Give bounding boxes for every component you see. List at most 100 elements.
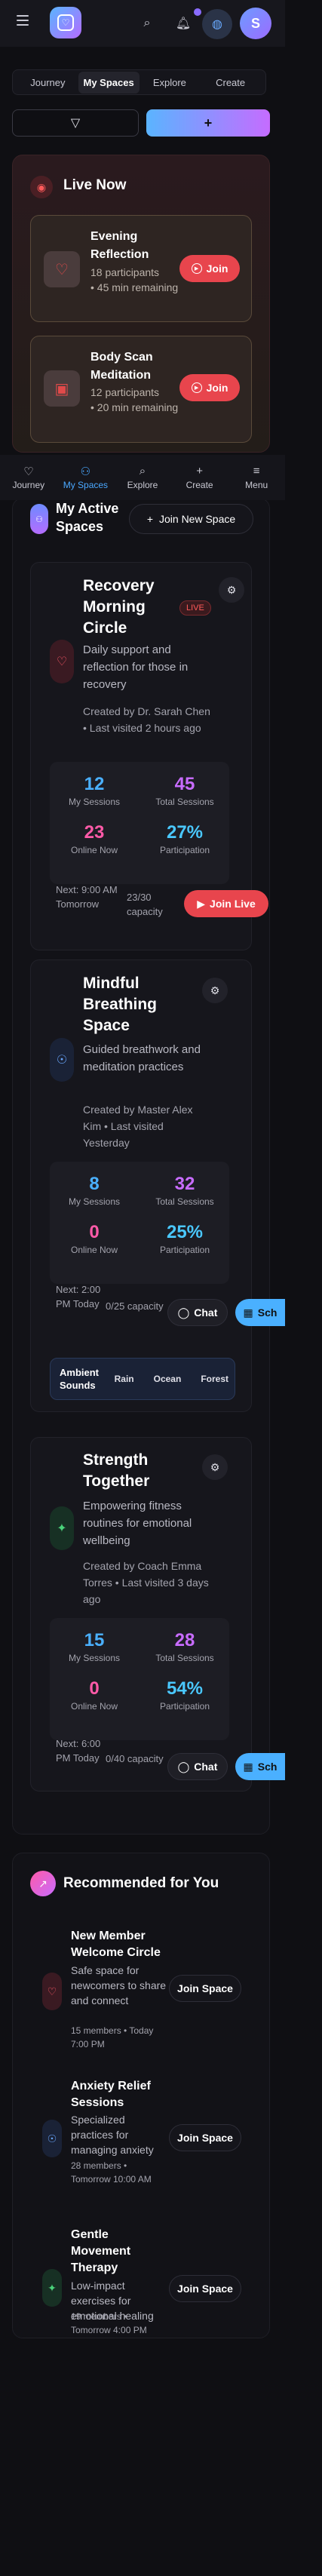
filter-button[interactable]: ▽ (12, 109, 139, 137)
nav-menu[interactable]: ≡ Menu (230, 465, 283, 490)
space-description: Daily support and reflection for those i… (83, 643, 189, 691)
stat-online-now: 23 (84, 822, 105, 843)
join-space-button[interactable]: Join Space (169, 1975, 241, 2002)
menu-icon: ≡ (253, 465, 260, 477)
plus-icon: + (196, 465, 203, 477)
nav-explore[interactable]: ⌕ Explore (116, 465, 169, 490)
menu-icon[interactable] (17, 15, 29, 26)
sound-forest[interactable]: Forest (195, 1374, 235, 1384)
stat-total-sessions: 45 (174, 774, 195, 794)
space-name: Recovery Morning Circle (83, 577, 155, 637)
tabs: Journey My Spaces Explore Create (12, 69, 266, 95)
stats-grid: 12 My Sessions 45 Total Sessions 23 Online … (50, 762, 229, 884)
stat-participation: 54% (166, 1678, 204, 1699)
brain-icon: ☉ (42, 2120, 62, 2157)
chat-icon: ◯ (177, 1306, 190, 1319)
play-icon: ▶ (191, 382, 202, 393)
capacity: 23/30 capacity (127, 892, 163, 917)
stat-participation: 27% (166, 822, 204, 843)
recommended-meta: 19 members • Tomorrow 4:00 PM (71, 2311, 147, 2335)
join-live-button[interactable]: ▶ Join Live (184, 890, 268, 917)
chat-button[interactable]: ◯ Chat (167, 1299, 228, 1326)
live-badge: LIVE (179, 600, 211, 616)
recommended-meta: 28 members • Tomorrow 10:00 AM (71, 2160, 152, 2185)
my-spaces-title: My Active Spaces (56, 501, 119, 534)
schedule-button[interactable]: ▦ Sch (235, 1753, 285, 1780)
live-now-title: Live Now (63, 177, 127, 193)
live-session-participants: 18 participants (90, 266, 160, 278)
capacity: 0/25 capacity (106, 1300, 164, 1312)
stat-total-sessions: 32 (174, 1174, 195, 1194)
wind-icon: ☉ (50, 1038, 74, 1082)
join-button[interactable]: ▶ Join (179, 374, 240, 401)
trending-icon: ↗ (30, 1871, 56, 1896)
ambient-sounds: Ambient Sounds Rain Ocean Forest (50, 1358, 235, 1400)
search-icon: ⌕ (139, 465, 146, 477)
stat-my-sessions: 15 (84, 1630, 105, 1650)
orbit-icon[interactable]: ◍ (202, 9, 232, 39)
body-scan-icon: ▣ (44, 370, 80, 407)
join-space-button[interactable]: Join Space (169, 2275, 241, 2302)
gear-icon[interactable]: ⚙ (202, 978, 228, 1003)
next-session: Next: 9:00 AM Tomorrow (56, 884, 118, 910)
add-button[interactable]: + (146, 109, 270, 137)
avatar[interactable]: S (240, 8, 271, 39)
tab-my-spaces[interactable]: My Spaces (78, 71, 140, 94)
next-session: Next: 2:00 PM Today (56, 1284, 101, 1309)
calendar-icon: ▦ (243, 1760, 253, 1773)
logo-icon[interactable]: ♡ (50, 7, 81, 38)
search-icon[interactable]: ⌕ (139, 15, 155, 32)
nav-my-spaces[interactable]: ⚇ My Spaces (59, 465, 112, 490)
space-creator: Created by Master Alex Kim • Last visite… (83, 1104, 193, 1149)
space-description: Empowering fitness routines for emotiona… (83, 1500, 192, 1547)
join-button[interactable]: ▶ Join (179, 255, 240, 282)
sound-rain[interactable]: Rain (109, 1374, 140, 1384)
capacity: 0/40 capacity (106, 1753, 164, 1764)
nav-create[interactable]: + Create (173, 465, 226, 490)
stat-my-sessions: 12 (84, 774, 105, 794)
live-session-remaining: • 45 min remaining (90, 281, 179, 293)
tab-create[interactable]: Create (200, 72, 261, 94)
recommended-meta: 15 members • Today 7:00 PM (71, 2025, 154, 2049)
recommended-description: Specialized practices for managing anxie… (71, 2114, 154, 2156)
heart-icon: ♡ (42, 1973, 62, 2010)
gear-icon[interactable]: ⚙ (202, 1454, 228, 1480)
join-new-space-button[interactable]: + Join New Space (129, 504, 253, 534)
sound-ocean[interactable]: Ocean (148, 1374, 188, 1384)
dumbbell-icon: ✦ (50, 1506, 74, 1550)
play-icon: ▶ (197, 897, 206, 910)
schedule-button[interactable]: ▦ Sch (235, 1299, 285, 1326)
live-session-name: Evening Reflection (90, 230, 149, 261)
notification-dot (194, 8, 201, 16)
ambient-sounds-label: Ambient Sounds (60, 1367, 99, 1391)
stat-my-sessions: 8 (89, 1174, 100, 1194)
bottom-nav: ♡ Journey ⚇ My Spaces ⌕ Explore + Create ≡ Me… (0, 455, 285, 500)
recommended-description: Safe space for newcomers to share and co… (71, 1964, 167, 2006)
gear-icon[interactable]: ⚙ (219, 577, 244, 603)
plus-icon: + (146, 513, 153, 525)
live-session-remaining: • 20 min remaining (90, 401, 179, 413)
tab-explore[interactable]: Explore (140, 72, 201, 94)
stats-grid: 15 My Sessions 28 Total Sessions 0 Online N… (50, 1618, 229, 1740)
bell-icon[interactable]: 🔔︎ (175, 15, 192, 32)
space-name: Mindful Breathing Space (83, 975, 158, 1034)
broadcast-icon: ◉ (30, 176, 53, 198)
calendar-icon: ▦ (243, 1306, 253, 1319)
users-icon: ⚇ (80, 465, 91, 478)
filter-icon: ▽ (70, 117, 81, 130)
stat-online-now: 0 (89, 1222, 100, 1242)
live-session-participants: 12 participants (90, 386, 160, 398)
stat-participation: 25% (166, 1222, 204, 1242)
tab-journey[interactable]: Journey (17, 72, 78, 94)
next-session: Next: 6:00 PM Today (56, 1738, 101, 1764)
heart-icon: ♡ (44, 251, 80, 287)
nav-journey[interactable]: ♡ Journey (2, 465, 55, 490)
live-session-name: Body Scan Meditation (90, 351, 153, 382)
space-name: Strength Together (83, 1451, 150, 1490)
stat-total-sessions: 28 (174, 1630, 195, 1650)
chat-button[interactable]: ◯ Chat (167, 1753, 228, 1780)
recommended-name: New Member Welcome Circle (71, 1930, 161, 1959)
recommended-name: Anxiety Relief Sessions (71, 2080, 151, 2109)
join-space-button[interactable]: Join Space (169, 2124, 241, 2151)
spaces-icon: ⚇ (30, 504, 48, 534)
